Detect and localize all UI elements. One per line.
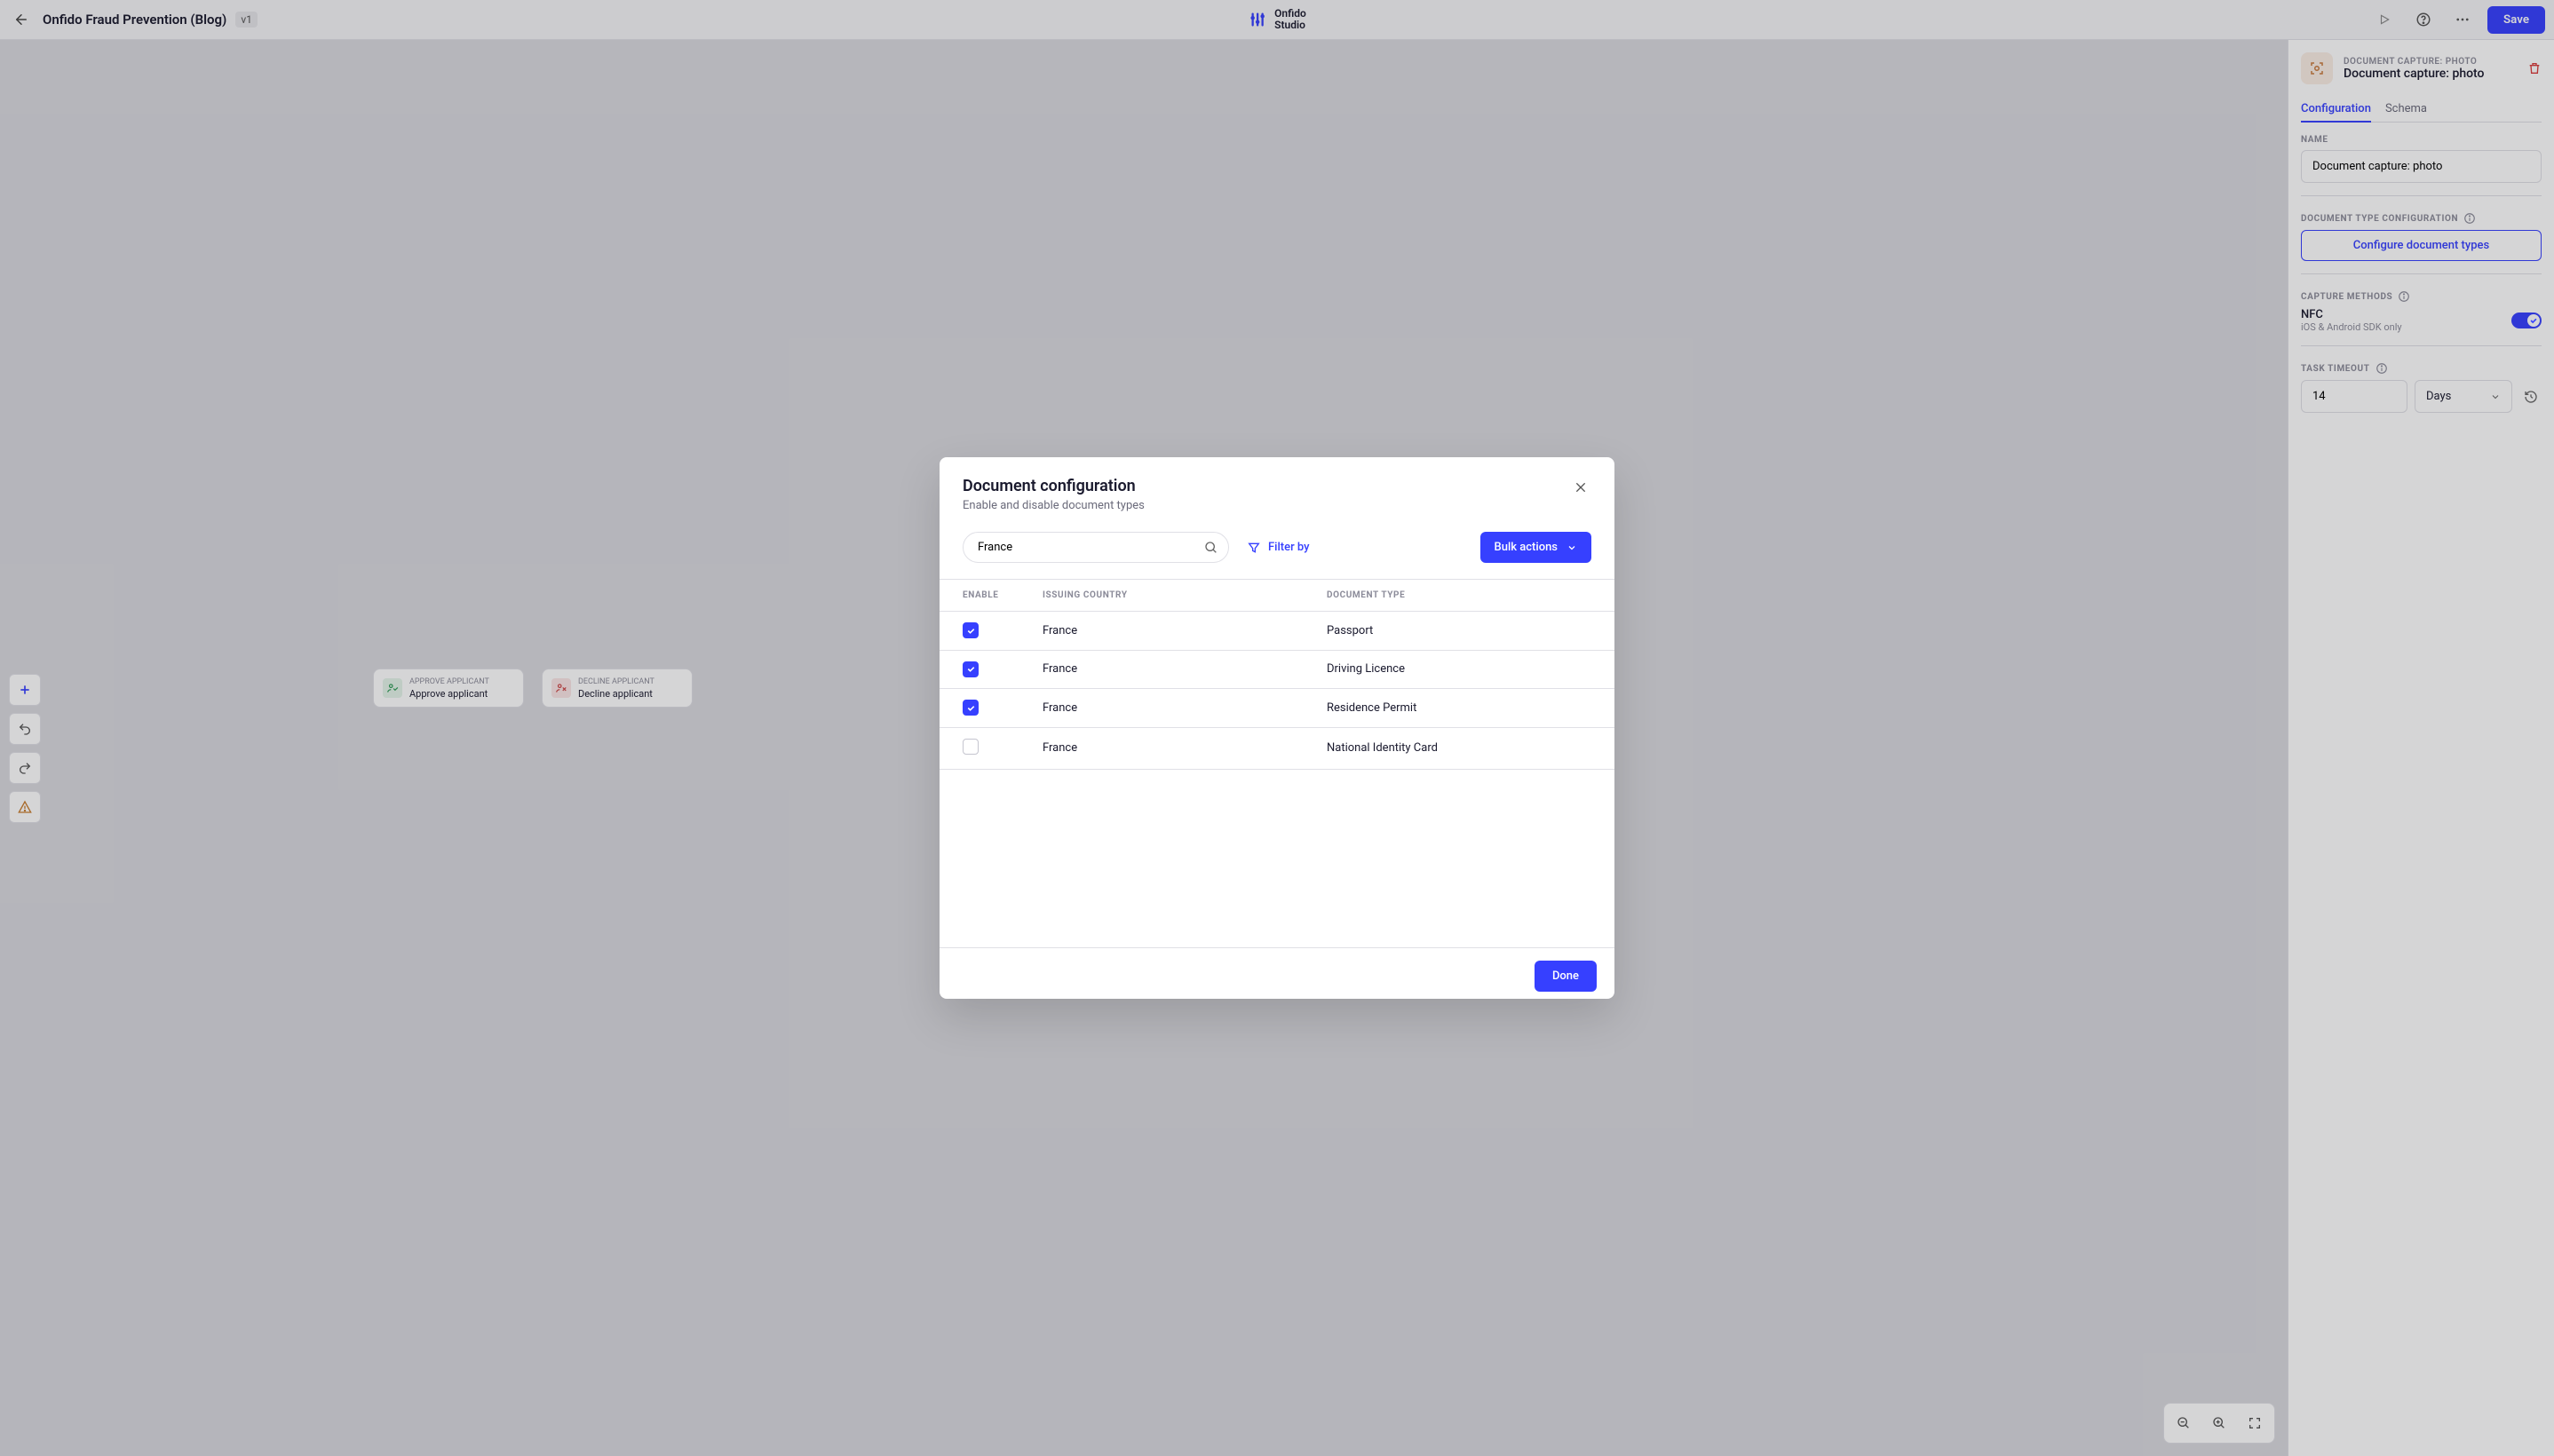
done-button[interactable]: Done — [1535, 961, 1597, 992]
search-icon — [1204, 541, 1218, 555]
table-row: FranceResidence Permit — [940, 689, 1614, 728]
modal-scrim[interactable]: Document configuration Enable and disabl… — [0, 0, 2554, 1456]
cell-type: National Identity Card — [1327, 741, 1591, 755]
check-icon — [966, 626, 976, 636]
enable-checkbox[interactable] — [963, 622, 979, 638]
cell-type: Residence Permit — [1327, 701, 1591, 715]
document-config-modal: Document configuration Enable and disabl… — [940, 457, 1614, 999]
cell-country: France — [1043, 741, 1327, 755]
table-row: FranceDriving Licence — [940, 651, 1614, 690]
check-icon — [966, 703, 976, 713]
check-icon — [2529, 316, 2538, 325]
bulk-actions-button[interactable]: Bulk actions — [1480, 532, 1592, 563]
modal-title: Document configuration — [963, 477, 1145, 495]
enable-checkbox[interactable] — [963, 739, 979, 755]
cell-type: Driving Licence — [1327, 662, 1591, 676]
modal-subtitle: Enable and disable document types — [963, 499, 1145, 512]
cell-country: France — [1043, 701, 1327, 715]
col-country-header: ISSUING COUNTRY — [1043, 590, 1327, 600]
enable-checkbox[interactable] — [963, 700, 979, 716]
table-row: FranceNational Identity Card — [940, 728, 1614, 770]
search-input[interactable] — [963, 532, 1229, 563]
chevron-down-icon — [1567, 542, 1577, 553]
doc-table: ENABLE ISSUING COUNTRY DOCUMENT TYPE Fra… — [940, 579, 1614, 770]
col-enable-header: ENABLE — [963, 590, 1043, 600]
cell-country: France — [1043, 624, 1327, 637]
bulk-label: Bulk actions — [1495, 541, 1559, 554]
cell-type: Passport — [1327, 624, 1591, 637]
filter-icon — [1247, 541, 1261, 555]
close-icon — [1574, 480, 1588, 495]
check-icon — [966, 664, 976, 674]
enable-checkbox[interactable] — [963, 661, 979, 677]
table-row: FrancePassport — [940, 612, 1614, 651]
cell-country: France — [1043, 662, 1327, 676]
modal-close-button[interactable] — [1570, 477, 1591, 498]
filter-label: Filter by — [1268, 541, 1310, 554]
filter-button[interactable]: Filter by — [1247, 541, 1310, 555]
col-type-header: DOCUMENT TYPE — [1327, 590, 1591, 600]
